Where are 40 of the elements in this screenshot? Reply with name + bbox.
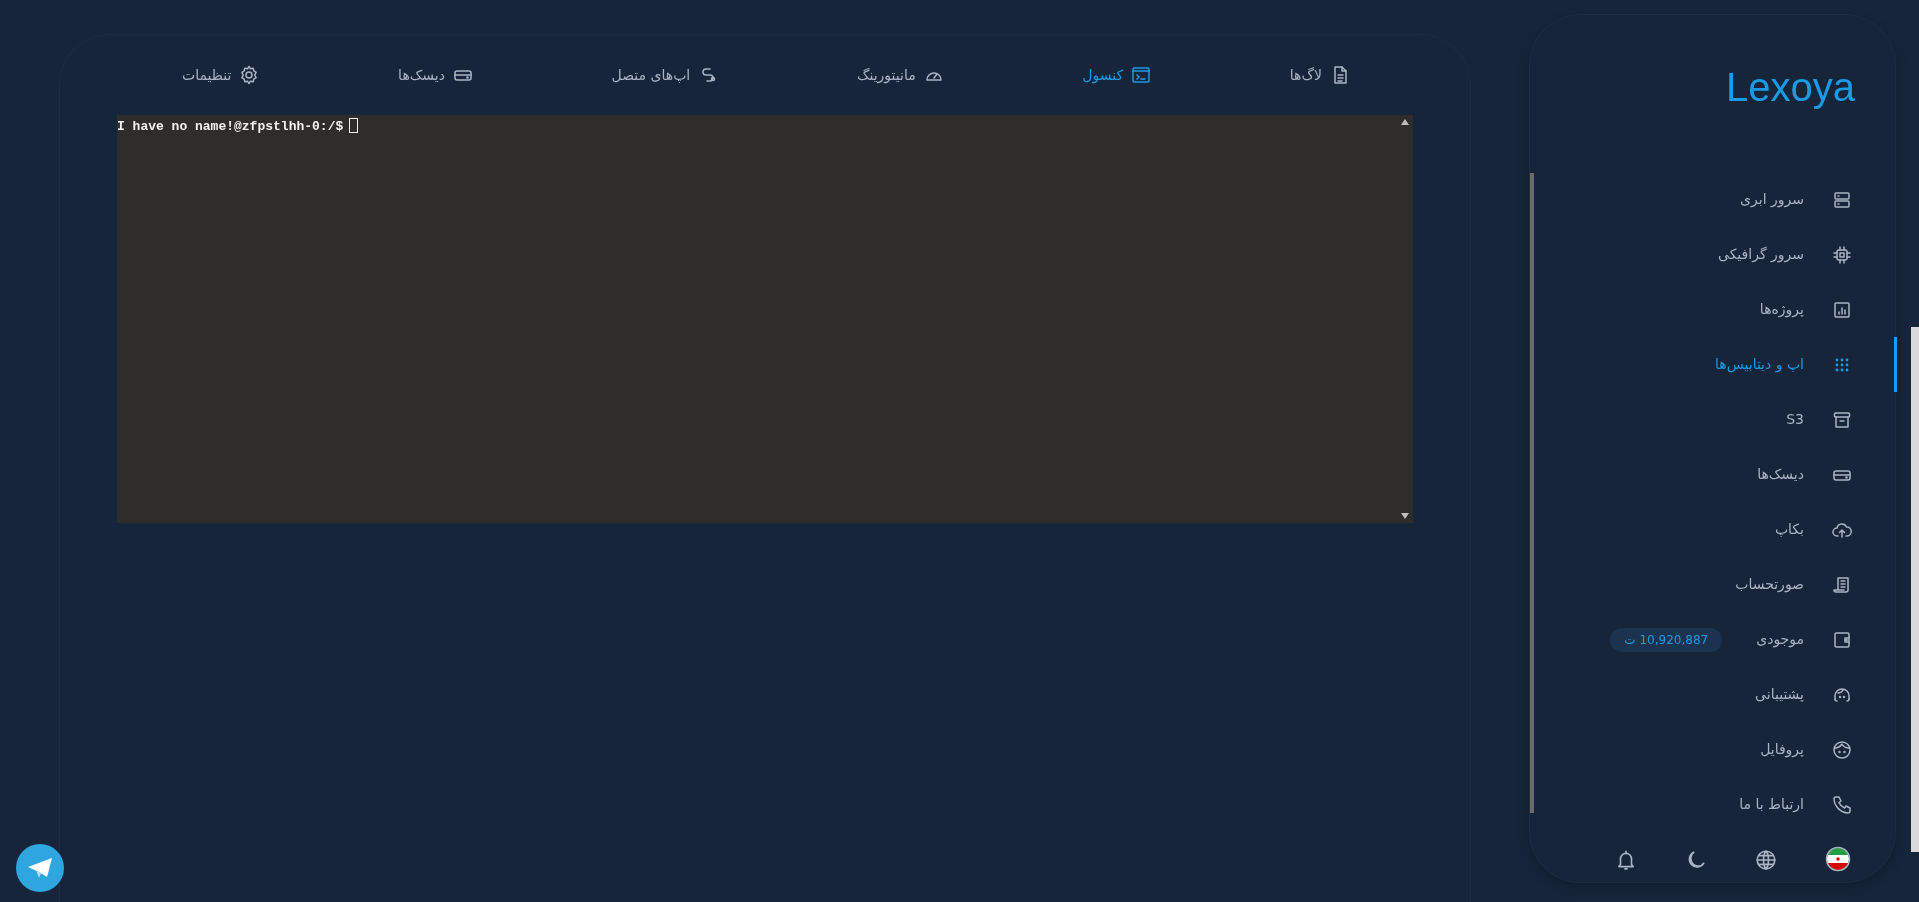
wallet-icon <box>1832 629 1852 650</box>
server-icon <box>1832 189 1852 210</box>
archive-icon <box>1832 409 1852 430</box>
phone-icon <box>1832 794 1852 815</box>
chart-icon <box>1832 299 1852 320</box>
sidebar-item[interactable]: موجودی 10,920,887 ت <box>1530 612 1897 667</box>
brand-logo[interactable]: Lexoya <box>1726 65 1855 109</box>
sidebar-scrollbar[interactable] <box>1530 173 1534 813</box>
sidebar-item[interactable]: ارتباط با ما <box>1530 777 1897 832</box>
sidebar-item[interactable]: بکاپ <box>1530 502 1897 557</box>
face-icon <box>1832 739 1852 760</box>
tab[interactable]: کنسول <box>1080 60 1154 90</box>
tab[interactable]: تنظیمات <box>180 60 262 90</box>
settings-icon <box>239 65 260 85</box>
sidebar-item[interactable]: دیسک‌ها <box>1530 447 1897 502</box>
terminal-icon <box>1131 65 1152 85</box>
sidebar-item[interactable]: پشتیبانی <box>1530 667 1897 722</box>
sidebar-item[interactable]: صورتحساب <box>1530 557 1897 612</box>
page-scrollbar[interactable] <box>1911 327 1919 852</box>
terminal-cursor <box>349 118 359 133</box>
tab[interactable]: مانیتورینگ <box>854 60 946 90</box>
sidebar-item[interactable]: پروژه‌ها <box>1530 282 1897 337</box>
tab[interactable]: دیسک‌ها <box>396 60 475 90</box>
paper-plane-icon <box>27 857 53 879</box>
tab[interactable]: لاگ‌ها <box>1287 60 1352 90</box>
sidebar-item[interactable]: پروفایل <box>1530 722 1897 777</box>
scroll-down-icon[interactable] <box>1401 513 1409 519</box>
terminal-prompt: I have no name!@zfpstlhh-0:/$ <box>117 119 344 135</box>
flag-icon[interactable] <box>1824 846 1851 872</box>
scroll-up-icon[interactable] <box>1401 119 1409 125</box>
balance-badge: 10,920,887 ت <box>1610 627 1723 652</box>
tab[interactable]: اپ‌های متصل <box>609 60 721 90</box>
chip-icon <box>1832 244 1852 265</box>
sidebar-item[interactable]: اپ و دیتابیس‌ها <box>1530 337 1897 392</box>
sidebar-item[interactable]: سرور ابری <box>1530 172 1897 227</box>
sidebar-item[interactable]: S3 <box>1530 392 1897 447</box>
terminal-console[interactable]: I have no name!@zfpstlhh-0:/$ <box>117 115 1413 523</box>
telegram-button[interactable] <box>16 844 64 892</box>
receipt-icon <box>1832 574 1852 595</box>
sidebar-item[interactable]: سرور گرافیکی <box>1530 227 1897 282</box>
